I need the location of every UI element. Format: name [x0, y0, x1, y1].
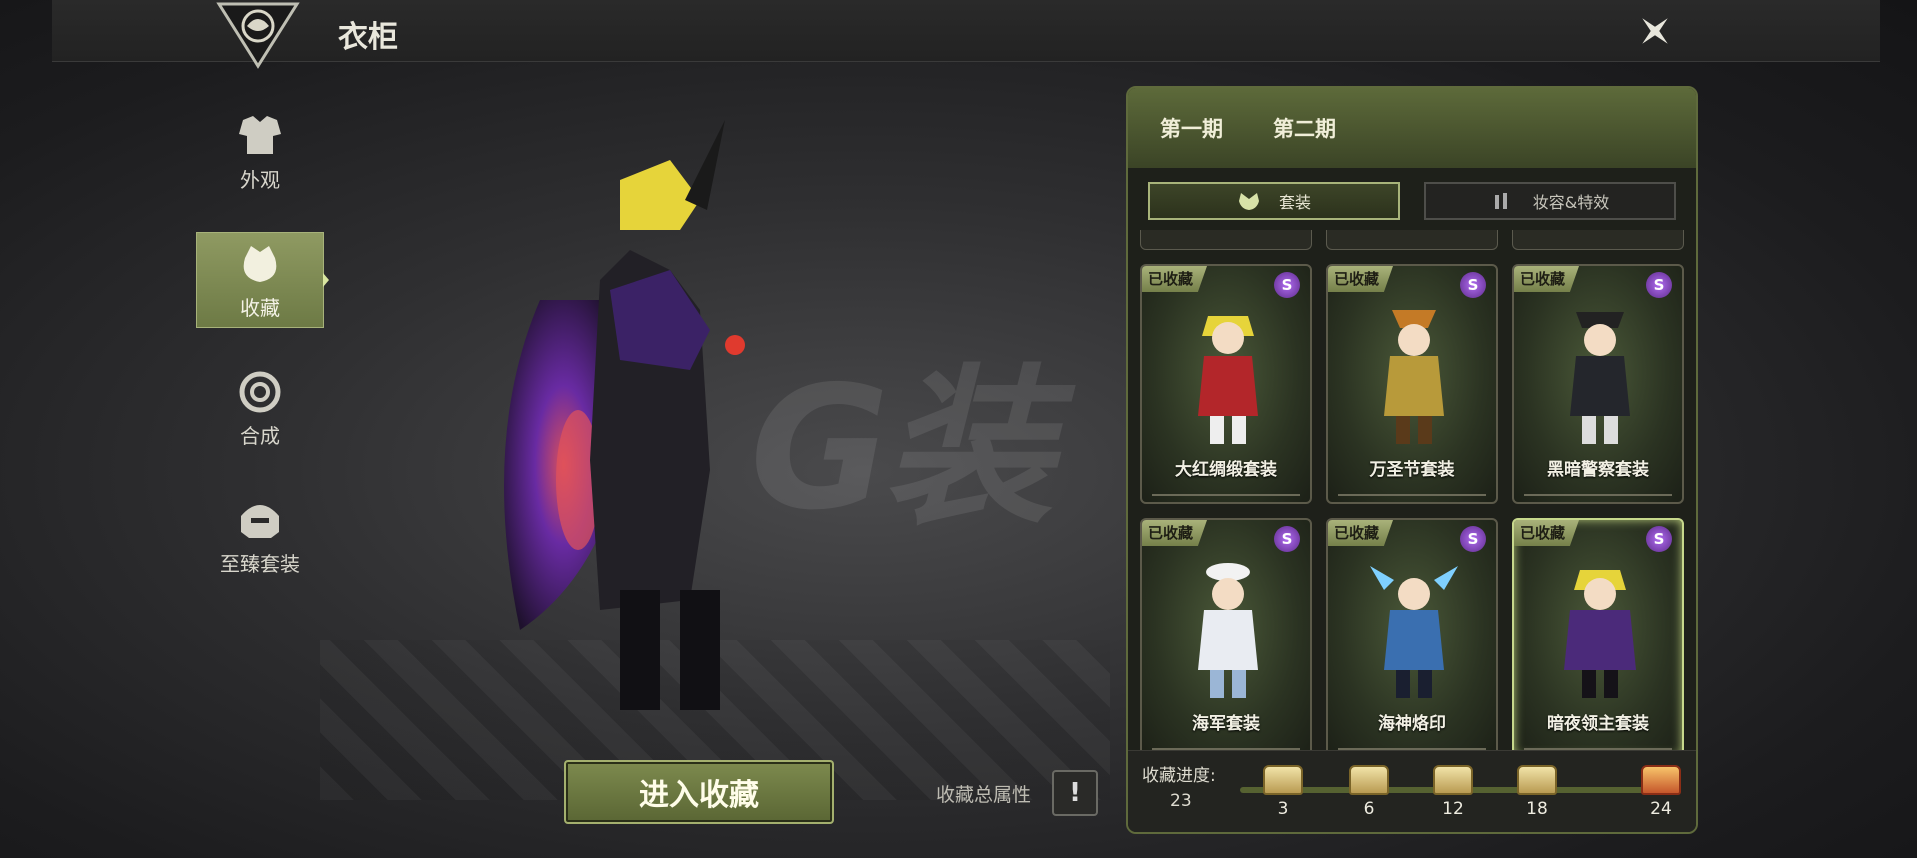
outfit-name: 大红绸缎套装 [1175, 460, 1277, 480]
outfit-card[interactable]: 已收藏 S 万圣节套装 [1326, 264, 1498, 504]
collection-attributes-button[interactable]: ! [1052, 770, 1098, 816]
outfit-card-selected[interactable]: 已收藏 S 暗夜领主套装 [1512, 518, 1684, 758]
outfit-card[interactable]: 已收藏 S 大红绸缎套装 [1140, 264, 1312, 504]
subtab-label: 妆容&特效 [1532, 193, 1610, 212]
milestone-count: 24 [1650, 799, 1672, 819]
close-x-icon [1642, 18, 1668, 44]
progress-label: 收藏进度: [1142, 766, 1216, 786]
outfit-name: 海军套装 [1192, 714, 1260, 734]
outfit-name: 黑暗警察套装 [1547, 460, 1649, 480]
collected-badge: 已收藏 [1328, 520, 1394, 546]
rarity-s-icon: S [1460, 272, 1486, 298]
rarity-s-icon: S [1274, 526, 1300, 552]
subtabs: 套装 妆容&特效 [1128, 168, 1696, 220]
chest-icon [1349, 765, 1389, 795]
nav-item-label: 合成 [240, 423, 280, 448]
card-ornament [1152, 486, 1300, 496]
nav-item-collection[interactable]: 收藏 [196, 232, 324, 328]
card-ornament [1524, 486, 1672, 496]
close-button[interactable] [1630, 6, 1680, 56]
milestone-count: 12 [1442, 799, 1464, 819]
previous-row-peek [1140, 230, 1684, 250]
character-stage: G装 [320, 120, 1110, 800]
outfit-card[interactable]: 已收藏 S 海军套装 [1140, 518, 1312, 758]
outfit-grid: 已收藏 S 大红绸缎套装 已收藏 S 万圣节套装 已收藏 S 黑暗警察套装 已收… [1128, 250, 1696, 758]
collected-badge: 已收藏 [1328, 266, 1394, 292]
side-nav: 外观 收藏 合成 至臻套装 [196, 104, 324, 616]
outfit-card[interactable]: 已收藏 S 海神烙印 [1326, 518, 1498, 758]
outfit-name: 暗夜领主套装 [1547, 714, 1649, 734]
milestone-count: 6 [1363, 799, 1375, 819]
card-ornament [1338, 486, 1486, 496]
collection-attributes-label: 收藏总属性 [936, 784, 1032, 806]
collection-panel: 第一期 第二期 套装 妆容&特效 已收藏 S 大红绸缎套装 已收藏 S 万圣节套… [1126, 86, 1698, 834]
outfit-figure [1370, 566, 1458, 698]
armor-icon [239, 115, 281, 154]
tab-period-2[interactable]: 第二期 [1273, 113, 1336, 143]
subtab-label: 套装 [1278, 193, 1311, 212]
nav-item-ultimate-set[interactable]: 至臻套装 [196, 488, 324, 584]
tab-period-1[interactable]: 第一期 [1160, 113, 1223, 143]
card-ornament [1152, 740, 1300, 750]
collected-badge: 已收藏 [1142, 520, 1208, 546]
collection-bag-icon [243, 245, 277, 282]
collection-progress: 收藏进度: 23 3 6 12 18 24 [1128, 750, 1696, 832]
enter-collection-button[interactable]: 进入收藏 [564, 760, 834, 824]
milestone-count: 3 [1277, 799, 1289, 819]
outfit-name: 海神烙印 [1378, 714, 1446, 734]
collected-badge: 已收藏 [1514, 266, 1580, 292]
subtab-makeup-effects[interactable]: 妆容&特效 [1424, 182, 1676, 220]
outfit-figure [1570, 312, 1630, 444]
milestone-chest[interactable]: 3 [1260, 765, 1306, 819]
nav-item-appearance[interactable]: 外观 [196, 104, 324, 200]
swirl-icon [239, 371, 281, 412]
chest-icon [1433, 765, 1473, 795]
outfit-figure [1198, 316, 1258, 444]
makeup-icon [1494, 193, 1507, 209]
rarity-s-icon: S [1646, 526, 1672, 552]
outfit-figure [1384, 310, 1444, 444]
rarity-s-icon: S [1274, 272, 1300, 298]
collected-badge: 已收藏 [1514, 520, 1580, 546]
subtab-outfits[interactable]: 套装 [1148, 182, 1400, 220]
chest-icon [1517, 765, 1557, 795]
card-ornament [1338, 740, 1486, 750]
milestone-chest[interactable]: 18 [1514, 765, 1560, 819]
helmet-icon [241, 504, 279, 538]
outfit-figure [1564, 570, 1636, 698]
outfit-figure [1198, 563, 1258, 698]
card-ornament [1524, 740, 1672, 750]
golden-chest-icon [1641, 765, 1681, 795]
outfit-icon [1238, 193, 1259, 210]
rarity-s-icon: S [1646, 272, 1672, 298]
nav-item-label: 收藏 [240, 295, 280, 320]
character-model [504, 120, 745, 710]
chest-icon [1263, 765, 1303, 795]
dragon-emblem-icon [212, 0, 304, 70]
milestone-count: 18 [1526, 799, 1548, 819]
outfit-name: 万圣节套装 [1369, 460, 1455, 480]
collected-badge: 已收藏 [1142, 266, 1208, 292]
milestone-chest[interactable]: 6 [1346, 765, 1392, 819]
exclamation-icon: ! [1069, 778, 1081, 808]
milestone-chest[interactable]: 12 [1430, 765, 1476, 819]
nav-item-synthesis[interactable]: 合成 [196, 360, 324, 456]
nav-item-label: 至臻套装 [220, 551, 300, 576]
progress-value: 23 [1170, 791, 1192, 811]
outfit-card[interactable]: 已收藏 S 黑暗警察套装 [1512, 264, 1684, 504]
rarity-s-icon: S [1460, 526, 1486, 552]
page-title: 衣柜 [338, 20, 398, 55]
milestone-chest-final[interactable]: 24 [1638, 765, 1684, 819]
period-tabs: 第一期 第二期 [1128, 88, 1696, 168]
top-bar [52, 0, 1880, 62]
nav-item-label: 外观 [240, 167, 280, 192]
